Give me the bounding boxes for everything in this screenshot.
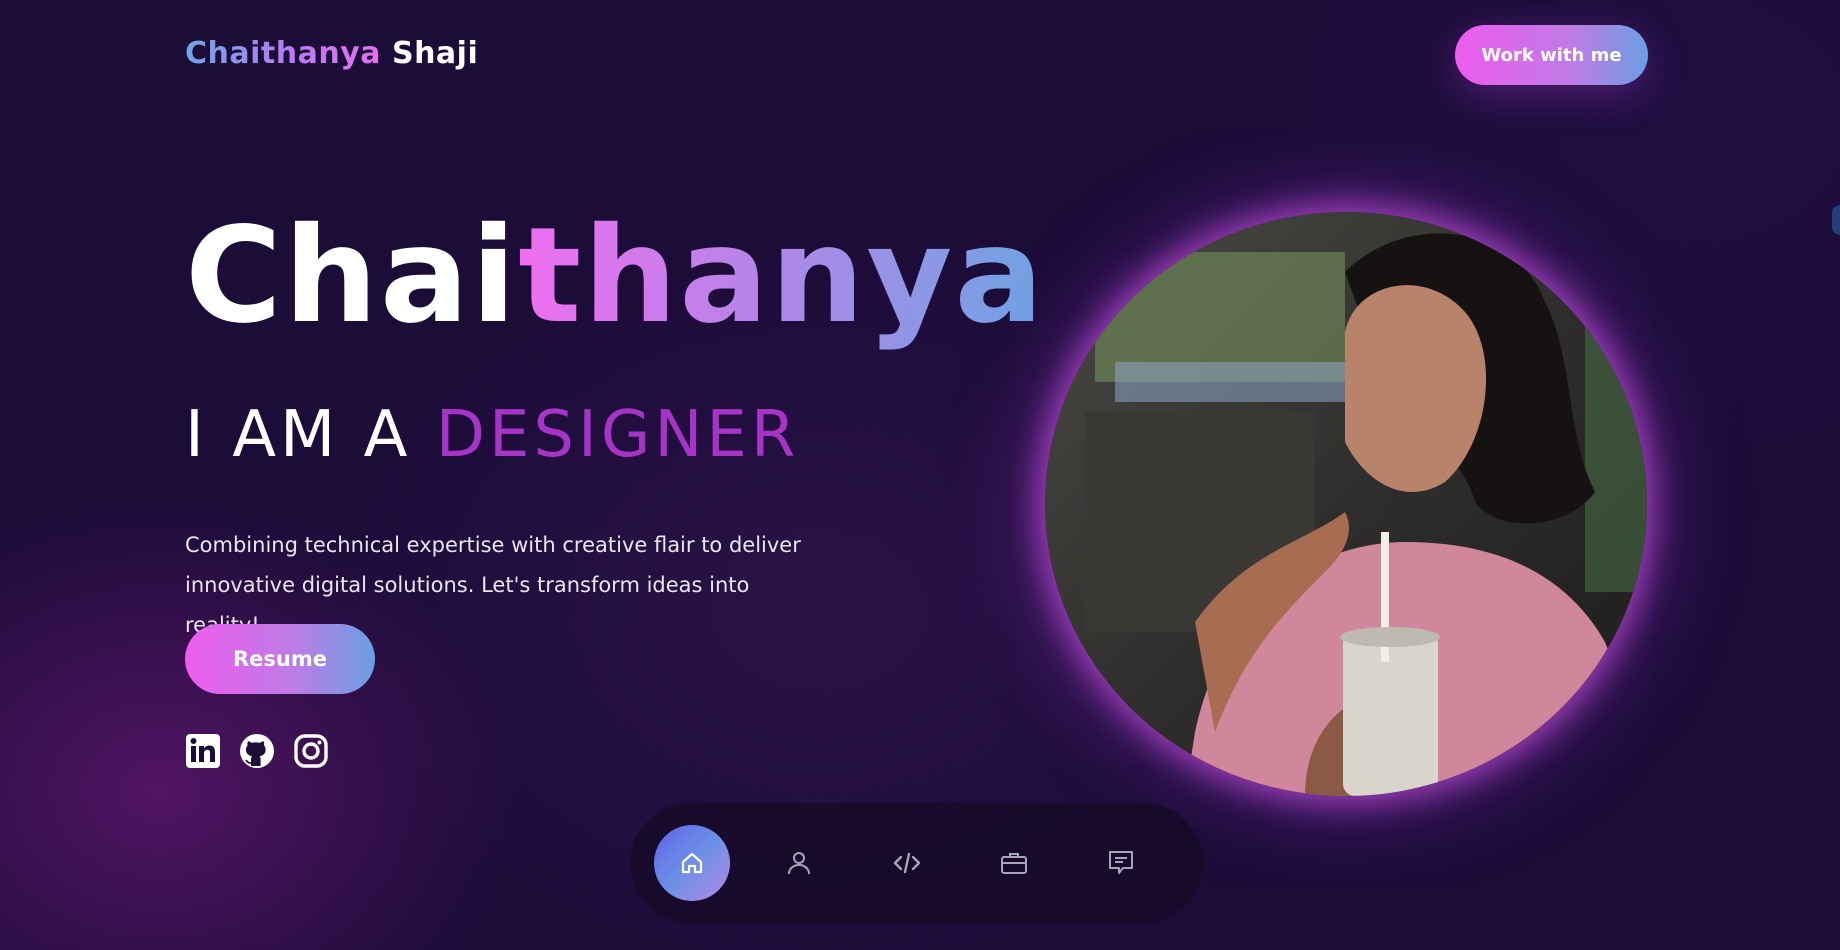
linkedin-icon[interactable] <box>185 733 221 769</box>
user-icon[interactable] <box>761 825 837 901</box>
logo-last-name: Shaji <box>391 36 479 71</box>
bottom-nav-dock <box>630 803 1203 923</box>
edge-decoration <box>1832 205 1840 235</box>
hero-name-part1: Chai <box>185 199 519 353</box>
home-icon[interactable] <box>654 825 730 901</box>
role-prefix: I AM A <box>185 398 412 472</box>
site-logo[interactable]: Chaithanya Shaji <box>185 36 478 71</box>
code-icon[interactable] <box>869 825 945 901</box>
logo-first-name: Chaithanya <box>185 36 382 71</box>
message-icon[interactable] <box>1083 825 1159 901</box>
profile-photo <box>1045 212 1647 796</box>
work-with-me-button[interactable]: Work with me <box>1455 25 1648 85</box>
social-links <box>185 733 329 769</box>
role-word: DESIGNER <box>435 398 800 472</box>
role-heading: I AM A DESIGNER <box>185 398 799 472</box>
hero-name-part2: thanya <box>518 199 1046 353</box>
instagram-icon[interactable] <box>293 733 329 769</box>
resume-button[interactable]: Resume <box>185 624 375 694</box>
github-icon[interactable] <box>239 733 275 769</box>
briefcase-icon[interactable] <box>976 825 1052 901</box>
hero-name: Chaithanya <box>185 210 1045 342</box>
